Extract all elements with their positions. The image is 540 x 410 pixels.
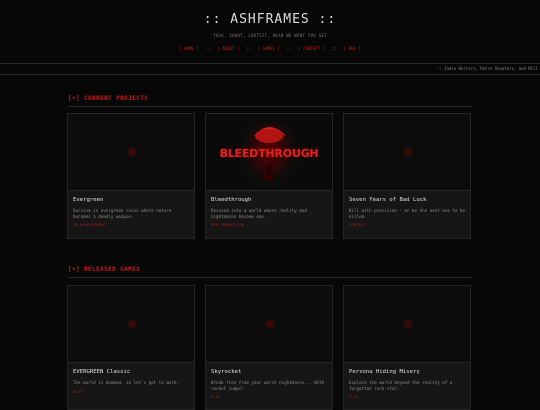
card-title: EVERGREEN Classic	[73, 369, 131, 375]
card-title: Persona Hiding Misery	[349, 369, 420, 375]
card-title: Evergreen	[73, 197, 104, 203]
released-games-section: [+] RELEASED GAMES	[68, 266, 472, 278]
red-dot-icon	[129, 149, 135, 155]
red-dot-icon	[405, 321, 411, 327]
site-header: :: ASHFRAMES :: TALK, SHOOT, LOOTSIT, HE…	[0, 0, 540, 51]
nav-contact[interactable]: [ CONTACT ]	[298, 46, 325, 51]
nav-about[interactable]: [ ABOUT ]	[217, 46, 239, 51]
card-thumbnail	[68, 286, 194, 363]
section-title-released: [+] RELEASED GAMES	[68, 266, 141, 273]
card-body: Bleedthrough Descend into a world where …	[206, 191, 332, 227]
card-status: CONCEPT	[349, 223, 366, 228]
card-body: Evergreen Survive in evergreen ruins whe…	[68, 191, 194, 227]
nav-separator: ::	[205, 46, 211, 51]
project-card-bleedthrough[interactable]: BLEEDTHROUGH Bleedthrough Descend into a…	[205, 113, 333, 239]
section-divider	[68, 106, 472, 107]
card-thumbnail	[344, 114, 470, 191]
card-title: Skyrocket	[211, 369, 242, 375]
card-description: Survive in evergreen ruins where nature …	[73, 208, 172, 219]
news-ticker: :: Indie Horrors, Retro Shooters, and Mi…	[0, 63, 540, 75]
card-title: Seven Years of Bad Luck	[349, 197, 427, 203]
red-dot-icon	[267, 321, 273, 327]
card-thumbnail: BLEEDTHROUGH	[206, 114, 332, 191]
card-status[interactable]: PLAY	[211, 395, 327, 399]
card-status: IN DEVELOPMENT	[73, 223, 107, 228]
current-projects-section: [+] CURRENT PROJECTS	[68, 95, 472, 107]
game-card-skyrocket[interactable]: Skyrocket Break free from your worst nig…	[205, 285, 333, 410]
card-thumbnail	[68, 114, 194, 191]
main-nav: [ HOME ] :: [ ABOUT ] :: [ GAMES ] :: [ …	[0, 46, 540, 51]
card-status[interactable]: PLAY	[73, 390, 189, 394]
nav-home[interactable]: [ HOME ]	[179, 46, 198, 51]
nav-games[interactable]: [ GAMES ]	[258, 46, 280, 51]
site-title: :: ASHFRAMES ::	[203, 12, 337, 27]
card-body: EVERGREEN Classic The world is doomed, s…	[68, 363, 194, 394]
section-title-current: [+] CURRENT PROJECTS	[68, 95, 149, 102]
nav-dev[interactable]: [ DEV ]	[344, 46, 361, 51]
card-status[interactable]: PLAY	[349, 395, 465, 399]
bleedthrough-logo-text: BLEEDTHROUGH	[219, 147, 319, 160]
card-title: Bleedthrough	[211, 197, 252, 203]
red-dot-icon	[405, 149, 411, 155]
card-description: Descend into a world where reality and n…	[211, 208, 307, 219]
site-tagline: TALK, SHOOT, LOOTSIT, HEAR WE WANT YOU S…	[213, 33, 327, 38]
section-divider	[68, 277, 472, 278]
card-thumbnail	[206, 286, 332, 363]
card-status: PRE-PRODUCTION	[211, 223, 245, 228]
nav-separator: ::	[286, 46, 292, 51]
ticker-text: :: Indie Horrors, Retro Shooters, and Mi…	[436, 66, 538, 71]
card-description: The world is doomed, so let's get to wor…	[73, 380, 179, 385]
game-card-persona-hiding-misery[interactable]: Persona Hiding Misery Explore the world …	[343, 285, 471, 410]
card-description: Kill with precision - or be the next one…	[349, 208, 465, 219]
card-description: Break free from your worst nightmares...…	[211, 380, 325, 391]
card-body: Persona Hiding Misery Explore the world …	[344, 363, 470, 399]
card-body: Seven Years of Bad Luck Kill with precis…	[344, 191, 470, 227]
card-thumbnail	[344, 286, 470, 363]
nav-separator: ::	[246, 46, 251, 51]
card-description: Explore the world beyond the reality of …	[349, 380, 453, 391]
card-body: Skyrocket Break free from your worst nig…	[206, 363, 332, 399]
project-card-evergreen[interactable]: Evergreen Survive in evergreen ruins whe…	[67, 113, 195, 239]
red-dot-icon	[129, 321, 135, 327]
nav-separator: ::	[331, 46, 337, 51]
game-card-evergreen-classic[interactable]: EVERGREEN Classic The world is doomed, s…	[67, 285, 195, 410]
project-card-seven-years[interactable]: Seven Years of Bad Luck Kill with precis…	[343, 113, 471, 239]
